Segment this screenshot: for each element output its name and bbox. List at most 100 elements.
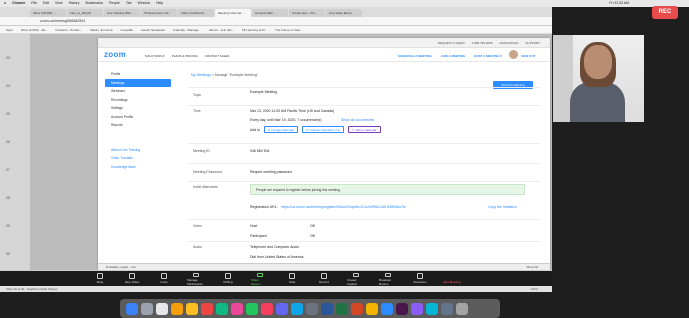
tab-create-item[interactable]: Create Item - Pre... — [289, 9, 325, 17]
sidebar-item-profile[interactable]: Profile — [105, 70, 171, 79]
yahoo-calendar-button[interactable]: Y Yahoo Calendar — [348, 126, 381, 133]
breadcrumb-my-meetings[interactable]: My Meetings — [191, 73, 211, 77]
bookmark-item[interactable]: Mi Learning at M... — [242, 26, 267, 33]
attend-training-link[interactable]: Attend Live Training — [105, 146, 171, 155]
invite-button[interactable]: Invite — [155, 273, 173, 286]
contact-sales-link[interactable]: CONTACT SALES — [205, 54, 230, 58]
mute-button[interactable]: Mute — [91, 273, 109, 286]
bookmark-item[interactable]: Apps — [6, 26, 13, 33]
zoom-action-links: SCHEDULE A MEETING JOIN A MEETING HOST A… — [398, 54, 502, 58]
bookmark-item[interactable]: GroupMe — [121, 26, 134, 33]
excel-icon[interactable] — [336, 302, 348, 315]
google-calendar-button[interactable]: G Google Calendar — [264, 126, 299, 133]
maps-icon[interactable] — [216, 302, 228, 315]
join-meeting-link[interactable]: JOIN A MEETING — [441, 54, 465, 58]
slide-thumbnail-panel[interactable] — [0, 34, 30, 286]
finder-icon[interactable] — [126, 302, 138, 315]
bookmark-item[interactable]: Feedl | Newsletter — [141, 26, 165, 33]
resources-link[interactable]: RESOURCES — [500, 38, 519, 48]
sidebar-item-recordings[interactable]: Recordings — [105, 96, 171, 105]
podcasts-icon[interactable] — [276, 302, 288, 315]
address-bar[interactable]: zoom.us/meeting/846682504 — [0, 17, 552, 26]
launchpad-icon[interactable] — [141, 302, 153, 315]
music-icon[interactable] — [261, 302, 273, 315]
bookmark-item[interactable]: The Future of Clas... — [275, 26, 302, 33]
apple-icon[interactable]: ● — [4, 0, 6, 7]
tab-video-conf[interactable]: Video Conferenci... — [178, 9, 214, 17]
zoom-level[interactable]: 134% — [530, 286, 538, 292]
photos-icon[interactable] — [231, 302, 243, 315]
bookmark-item[interactable]: Alumni - Join this... — [209, 26, 234, 33]
sidebar-item-settings[interactable]: Settings — [105, 104, 171, 113]
breakout-rooms-button[interactable]: Breakout Rooms — [379, 273, 397, 286]
manage-participants-button[interactable]: Manage Participants — [187, 273, 205, 286]
support-link[interactable]: SUPPORT — [526, 38, 540, 48]
zoom-logo[interactable]: zoom — [104, 50, 126, 59]
safari-icon[interactable] — [156, 302, 168, 315]
chrome-icon[interactable] — [366, 302, 378, 315]
sidebar-item-webinars[interactable]: Webinars — [105, 87, 171, 96]
settings-icon[interactable] — [306, 302, 318, 315]
app-store-icon[interactable] — [291, 302, 303, 315]
sidebar-item-reports[interactable]: Reports — [105, 121, 171, 130]
copy-invitation-link[interactable]: Copy the invitation — [488, 205, 517, 209]
tab-campus-mail[interactable]: Campus Mail - ... — [252, 9, 288, 17]
closed-caption-button[interactable]: Closed Caption — [347, 273, 365, 286]
menu-history[interactable]: History — [69, 0, 80, 7]
app-icon[interactable] — [426, 302, 438, 315]
menu-edit[interactable]: Edit — [43, 0, 49, 7]
menu-chrome[interactable]: Chrome — [12, 0, 25, 7]
sign-out-link[interactable]: SIGN OUT — [521, 54, 536, 58]
tab-meeting-info[interactable]: Meeting Informati... — [215, 9, 251, 17]
menu-people[interactable]: People — [109, 0, 120, 7]
record-button[interactable]: Record — [315, 273, 333, 286]
menu-window[interactable]: Window — [138, 0, 150, 7]
chat-button[interactable]: Chat — [283, 273, 301, 286]
bookmark-item[interactable]: Calendly - Manage... — [173, 26, 201, 33]
word-icon[interactable] — [321, 302, 333, 315]
app-icon[interactable] — [411, 302, 423, 315]
zoom-app-icon[interactable] — [381, 302, 393, 315]
video-tutorials-link[interactable]: Video Tutorials — [105, 154, 171, 163]
registration-url[interactable]: https://us.zoom.us/meeting/register/tJAv… — [281, 205, 406, 209]
sidebar-item-meetings[interactable]: Meetings — [105, 78, 171, 87]
tab-inbox[interactable]: Inbox (28,306) - ... — [30, 9, 66, 17]
avatar[interactable] — [509, 50, 518, 59]
bookmark-item[interactable]: Slack | Join Ezra — [90, 26, 112, 33]
plans-pricing-link[interactable]: PLANS & PRICING — [172, 54, 198, 58]
solutions-menu[interactable]: SOLUTIONS ▾ — [145, 54, 165, 58]
knowledge-base-link[interactable]: Knowledge Base — [105, 163, 171, 172]
tab-live-training[interactable]: Live Training Web... — [104, 9, 140, 17]
notes-icon[interactable] — [186, 302, 198, 315]
stop-video-button[interactable]: Stop Video — [123, 273, 141, 286]
sidebar-item-account-profile[interactable]: Account Profile — [105, 113, 171, 122]
outlook-calendar-button[interactable]: O Outlook Calendar (.ics) — [302, 126, 345, 133]
tab-live-video[interactable]: Live Video Event... — [326, 9, 362, 17]
bookmark-item[interactable]: Incidents - Produc... — [56, 26, 83, 33]
request-demo-link[interactable]: REQUEST A DEMO — [438, 38, 465, 48]
slide-number: 27 — [6, 168, 10, 172]
share-screen-button[interactable]: Share Screen — [251, 273, 269, 286]
menu-tab[interactable]: Tab — [126, 0, 132, 7]
tab-intro-pdf[interactable]: Intro_to_ZR.pdf — [67, 9, 103, 17]
powerpoint-icon[interactable] — [351, 302, 363, 315]
menu-file[interactable]: File — [31, 0, 37, 7]
reactions-button[interactable]: Reactions — [411, 273, 429, 286]
app-icon[interactable] — [441, 302, 453, 315]
calendar-icon[interactable] — [171, 302, 183, 315]
reminders-icon[interactable] — [201, 302, 213, 315]
schedule-meeting-link[interactable]: SCHEDULE A MEETING — [398, 54, 432, 58]
polling-button[interactable]: Polling — [219, 273, 237, 286]
show-all-occurrences-link[interactable]: Show all occurrences — [341, 118, 374, 122]
trash-icon[interactable] — [456, 302, 468, 315]
end-meeting-button[interactable]: End Meeting — [443, 273, 461, 286]
menu-help[interactable]: Help — [156, 0, 163, 7]
slack-icon[interactable] — [396, 302, 408, 315]
menu-bookmarks[interactable]: Bookmarks — [85, 0, 103, 7]
tab-resources[interactable]: 76 Resources | Ze... — [141, 9, 177, 17]
messages-icon[interactable] — [246, 302, 258, 315]
download-file[interactable]: limitadaor_regist....csv — [106, 265, 136, 269]
menu-view[interactable]: View — [55, 0, 63, 7]
bookmark-item[interactable]: Inbox (6,569) - dls... — [21, 26, 48, 33]
host-meeting-menu[interactable]: HOST A MEETING ▾ — [474, 54, 502, 58]
